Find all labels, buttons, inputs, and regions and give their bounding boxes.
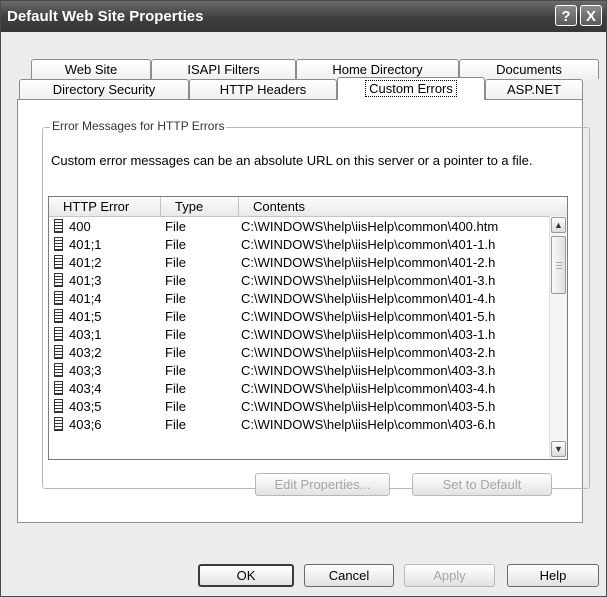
cell-type: File <box>165 273 186 288</box>
table-row[interactable]: 401;1 File C:\WINDOWS\help\iisHelp\common\… <box>49 236 545 254</box>
tab-custom-errors-label: Custom Errors <box>365 80 457 97</box>
table-row[interactable]: 403;4 File C:\WINDOWS\help\iisHelp\common\… <box>49 380 545 398</box>
description-text: Custom error messages can be an absolute… <box>51 153 533 168</box>
window-title: Default Web Site Properties <box>7 8 204 25</box>
grip-line <box>556 268 562 269</box>
list-rows: 400 File C:\WINDOWS\help\iisHelp\common\40… <box>49 218 545 434</box>
help-title-button[interactable]: ? <box>555 5 577 26</box>
cell-error: 403;3 <box>69 363 102 378</box>
cell-type: File <box>165 327 186 342</box>
cell-error: 401;1 <box>69 237 102 252</box>
cell-error: 403;1 <box>69 327 102 342</box>
group-label: Error Messages for HTTP Errors <box>50 119 227 133</box>
document-icon <box>54 363 63 377</box>
cell-contents: C:\WINDOWS\help\iisHelp\common\401-1.h <box>241 237 496 252</box>
cell-contents: C:\WINDOWS\help\iisHelp\common\403-3.h <box>241 363 496 378</box>
document-icon <box>54 399 63 413</box>
cell-error: 403;2 <box>69 345 102 360</box>
tab-asp-net[interactable]: ASP.NET <box>485 79 583 99</box>
table-row[interactable]: 400 File C:\WINDOWS\help\iisHelp\common\40… <box>49 218 545 236</box>
scroll-thumb[interactable] <box>551 236 566 294</box>
document-icon <box>54 255 63 269</box>
vertical-scrollbar[interactable]: ▲ ▼ <box>549 216 567 459</box>
cell-error: 403;4 <box>69 381 102 396</box>
cell-type: File <box>165 345 186 360</box>
cell-contents: C:\WINDOWS\help\iisHelp\common\401-3.h <box>241 273 496 288</box>
cell-type: File <box>165 219 186 234</box>
cell-contents: C:\WINDOWS\help\iisHelp\common\403-1.h <box>241 327 496 342</box>
tab-custom-errors[interactable]: Custom Errors <box>337 77 485 100</box>
cell-contents: C:\WINDOWS\help\iisHelp\common\400.htm <box>241 219 499 234</box>
properties-dialog: Default Web Site Properties ? X Web Site… <box>0 0 607 597</box>
table-row[interactable]: 401;3 File C:\WINDOWS\help\iisHelp\common\… <box>49 272 545 290</box>
set-to-default-button[interactable]: Set to Default <box>412 473 552 496</box>
list-header: HTTP Error Type Contents <box>49 197 567 217</box>
title-bar: Default Web Site Properties ? X <box>1 1 606 32</box>
tab-directory-security[interactable]: Directory Security <box>19 79 189 99</box>
cell-type: File <box>165 417 186 432</box>
cell-error: 400 <box>69 219 91 234</box>
tab-panel: Error Messages for HTTP Errors Custom er… <box>17 99 590 523</box>
cell-contents: C:\WINDOWS\help\iisHelp\common\401-2.h <box>241 255 496 270</box>
document-icon <box>54 381 63 395</box>
apply-button[interactable]: Apply <box>404 564 495 587</box>
table-row[interactable]: 403;1 File C:\WINDOWS\help\iisHelp\common\… <box>49 326 545 344</box>
cell-contents: C:\WINDOWS\help\iisHelp\common\401-4.h <box>241 291 496 306</box>
column-contents[interactable]: Contents <box>239 197 567 216</box>
tab-web-site[interactable]: Web Site <box>31 59 151 79</box>
help-button[interactable]: Help <box>507 564 599 587</box>
table-row[interactable]: 403;2 File C:\WINDOWS\help\iisHelp\common\… <box>49 344 545 362</box>
cell-type: File <box>165 363 186 378</box>
table-row[interactable]: 403;3 File C:\WINDOWS\help\iisHelp\common\… <box>49 362 545 380</box>
cell-type: File <box>165 381 186 396</box>
ok-button[interactable]: OK <box>198 564 294 587</box>
table-row[interactable]: 403;5 File C:\WINDOWS\help\iisHelp\common\… <box>49 398 545 416</box>
document-icon <box>54 273 63 287</box>
tab-isapi-filters[interactable]: ISAPI Filters <box>151 59 296 79</box>
cell-error: 401;2 <box>69 255 102 270</box>
tab-home-directory[interactable]: Home Directory <box>296 59 459 79</box>
cell-error: 401;5 <box>69 309 102 324</box>
arrow-down-icon[interactable]: ▼ <box>551 441 566 457</box>
cell-type: File <box>165 399 186 414</box>
cell-contents: C:\WINDOWS\help\iisHelp\common\403-6.h <box>241 417 496 432</box>
document-icon <box>54 219 63 233</box>
http-errors-list[interactable]: HTTP Error Type Contents 400 File C:\WINDO… <box>48 196 568 460</box>
cell-error: 403;5 <box>69 399 102 414</box>
grip-line <box>556 262 562 263</box>
cell-error: 401;3 <box>69 273 102 288</box>
table-row[interactable]: 403;6 File C:\WINDOWS\help\iisHelp\common\… <box>49 416 545 434</box>
table-row[interactable]: 401;4 File C:\WINDOWS\help\iisHelp\common\… <box>49 290 545 308</box>
table-row[interactable]: 401;2 File C:\WINDOWS\help\iisHelp\common\… <box>49 254 545 272</box>
column-type[interactable]: Type <box>161 197 239 216</box>
cell-contents: C:\WINDOWS\help\iisHelp\common\403-5.h <box>241 399 496 414</box>
column-http-error[interactable]: HTTP Error <box>49 197 161 216</box>
close-button[interactable]: X <box>580 5 602 26</box>
cell-type: File <box>165 291 186 306</box>
document-icon <box>54 309 63 323</box>
grip-line <box>556 265 562 266</box>
cell-contents: C:\WINDOWS\help\iisHelp\common\403-2.h <box>241 345 496 360</box>
tab-documents[interactable]: Documents <box>459 59 599 79</box>
cancel-button[interactable]: Cancel <box>304 564 394 587</box>
arrow-up-icon[interactable]: ▲ <box>551 217 566 233</box>
document-icon <box>54 345 63 359</box>
cell-type: File <box>165 309 186 324</box>
table-row[interactable]: 401;5 File C:\WINDOWS\help\iisHelp\common\… <box>49 308 545 326</box>
cell-contents: C:\WINDOWS\help\iisHelp\common\403-4.h <box>241 381 496 396</box>
cell-error: 403;6 <box>69 417 102 432</box>
tab-http-headers[interactable]: HTTP Headers <box>189 79 337 99</box>
cell-type: File <box>165 237 186 252</box>
document-icon <box>54 417 63 431</box>
cell-type: File <box>165 255 186 270</box>
edit-properties-button[interactable]: Edit Properties... <box>255 473 390 496</box>
document-icon <box>54 327 63 341</box>
cell-contents: C:\WINDOWS\help\iisHelp\common\401-5.h <box>241 309 496 324</box>
cell-error: 401;4 <box>69 291 102 306</box>
document-icon <box>54 237 63 251</box>
document-icon <box>54 291 63 305</box>
